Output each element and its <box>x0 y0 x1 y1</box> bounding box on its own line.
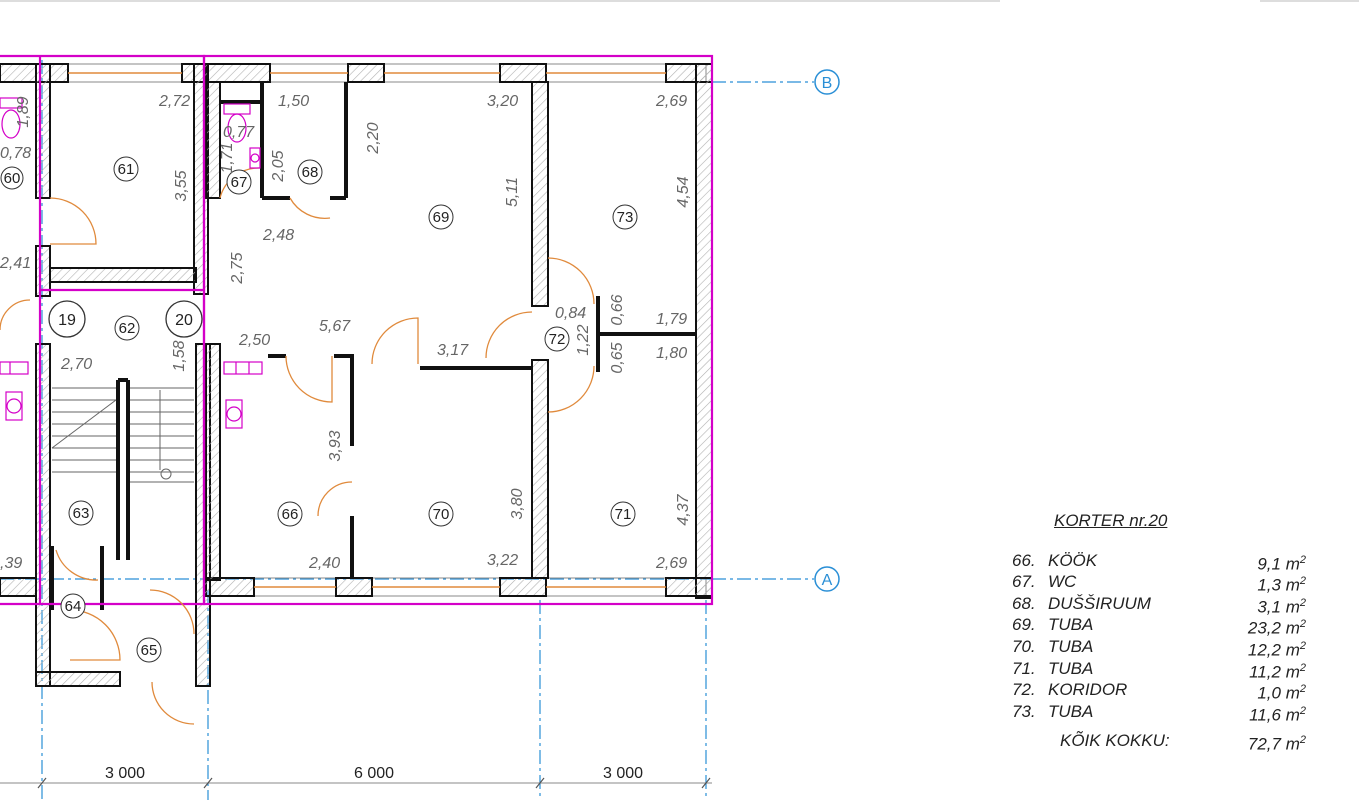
dim-2-69-top: 2,69 <box>655 93 687 110</box>
dim-3-22: 3,22 <box>487 552 518 569</box>
dim-1-71: 1,71 <box>219 142 236 173</box>
dim-1-58: 1,58 <box>171 340 188 371</box>
room-68: 68 <box>302 164 319 181</box>
room-72: 72 <box>549 331 566 348</box>
dim-1-89: 1,89 <box>15 96 32 127</box>
room-63: 63 <box>73 505 90 522</box>
room-66: 66 <box>282 506 299 523</box>
dim-3-93: 3,93 <box>327 430 344 461</box>
legend-title: KORTER nr.20 <box>1054 511 1168 530</box>
dim-2-05: 2,05 <box>270 150 287 182</box>
legend-row-name: TUBA <box>1048 658 1094 678</box>
room-61: 61 <box>118 161 135 178</box>
room-69: 69 <box>433 209 450 226</box>
legend-row-number: 73. <box>1012 701 1036 721</box>
legend-total-value: 72,7 m2 <box>1247 734 1306 754</box>
dim-1-50: 1,50 <box>278 93 309 110</box>
dim-2-48: 2,48 <box>262 227 294 244</box>
staircase <box>51 387 194 483</box>
legend-row-number: 70. <box>1012 636 1036 656</box>
legend-total-label: KÕIK KOKKU: <box>1060 731 1170 751</box>
grid-spacing-2: 6 000 <box>354 765 394 782</box>
dim-2-70: 2,70 <box>60 356 92 373</box>
legend-row: 67. WC 1,3 m2 <box>1010 571 1310 595</box>
dim-0-39: ,39 <box>0 555 22 572</box>
dim-0-65: 0,65 <box>609 342 626 373</box>
dim-3-80: 3,80 <box>509 488 526 519</box>
room-60: 60 <box>4 170 21 187</box>
legend-row-number: 69. <box>1012 615 1036 635</box>
legend-row-name: TUBA <box>1048 636 1094 656</box>
doors <box>0 167 595 725</box>
dim-0-84: 0,84 <box>555 305 586 322</box>
legend-row: 70. TUBA 12,2 m2 <box>1010 636 1310 660</box>
partitions <box>50 82 696 610</box>
legend-row-name: TUBA <box>1048 701 1094 721</box>
dim-2-41: 2,41 <box>0 255 31 272</box>
legend-row: 69. TUBA 23,2 m2 <box>1010 614 1310 638</box>
legend-row-name: WC <box>1048 572 1077 592</box>
dim-1-22: 1,22 <box>575 324 592 355</box>
axis-b-label: B <box>822 75 833 92</box>
grid-spacing-3: 3 000 <box>603 765 643 782</box>
legend-row-number: 72. <box>1012 680 1036 700</box>
legend-row: 66. KÖÖK 9,1 m2 <box>1010 550 1310 574</box>
dim-1-80: 1,80 <box>656 345 687 362</box>
dim-4-37: 4,37 <box>675 493 692 525</box>
legend-row-number: 71. <box>1012 658 1036 678</box>
room-62: 62 <box>119 320 136 337</box>
room-71: 71 <box>615 506 632 523</box>
dim-0-66: 0,66 <box>609 294 626 325</box>
dim-2-50: 2,50 <box>238 332 270 349</box>
dim-0-78: 0,78 <box>0 145 31 162</box>
dim-2-69-bottom: 2,69 <box>655 555 687 572</box>
dim-2-75: 2,75 <box>229 252 246 284</box>
area-legend: KORTER nr.20 66. KÖÖK 9,1 m2 67. WC 1,3 m2 6… <box>1010 510 1310 754</box>
legend-row: 71. TUBA 11,2 m2 <box>1010 658 1310 682</box>
room-73: 73 <box>617 209 634 226</box>
dim-3-20: 3,20 <box>487 93 518 110</box>
flat-boundaries <box>0 54 714 606</box>
dim-5-11: 5,11 <box>504 177 521 207</box>
legend-row-area: 11,6 m2 <box>1249 704 1306 725</box>
room-70: 70 <box>433 506 450 523</box>
legend-row-number: 66. <box>1012 550 1036 570</box>
room-65: 65 <box>141 642 158 659</box>
walls <box>0 63 713 687</box>
dim-4-54: 4,54 <box>675 176 692 207</box>
flat-20-marker: 20 <box>175 312 193 329</box>
dim-5-67: 5,67 <box>319 318 351 335</box>
dim-3-17: 3,17 <box>437 342 469 359</box>
legend-row-number: 68. <box>1012 593 1036 613</box>
legend-row-name: KÖÖK <box>1048 550 1098 570</box>
dim-0-77: 0,77 <box>223 124 255 141</box>
legend-row-number: 67. <box>1012 572 1036 592</box>
grid-spacing-1: 3 000 <box>105 765 145 782</box>
legend-row-name: DUŠŠIRUUM <box>1048 593 1151 613</box>
axis-a-label: A <box>822 572 833 589</box>
dim-1-79: 1,79 <box>656 311 687 328</box>
legend-row-name: KORIDOR <box>1048 680 1128 700</box>
legend-row: 72. KORIDOR 1,0 m2 <box>1010 679 1310 703</box>
legend-row-name: TUBA <box>1048 615 1094 635</box>
room-67: 67 <box>231 174 248 191</box>
dim-2-72: 2,72 <box>158 93 190 110</box>
dim-2-40: 2,40 <box>308 555 340 572</box>
dim-2-20: 2,20 <box>365 122 382 154</box>
legend-row: 73. TUBA 11,6 m2 <box>1010 701 1310 725</box>
flat-19-marker: 19 <box>58 312 76 329</box>
dim-3-55: 3,55 <box>173 170 190 201</box>
legend-row: 68. DUŠŠIRUUM 3,1 m2 <box>1010 593 1310 617</box>
legend-total: KÕIK KOKKU: 72,7 m2 <box>1010 730 1310 754</box>
room-64: 64 <box>65 598 82 615</box>
